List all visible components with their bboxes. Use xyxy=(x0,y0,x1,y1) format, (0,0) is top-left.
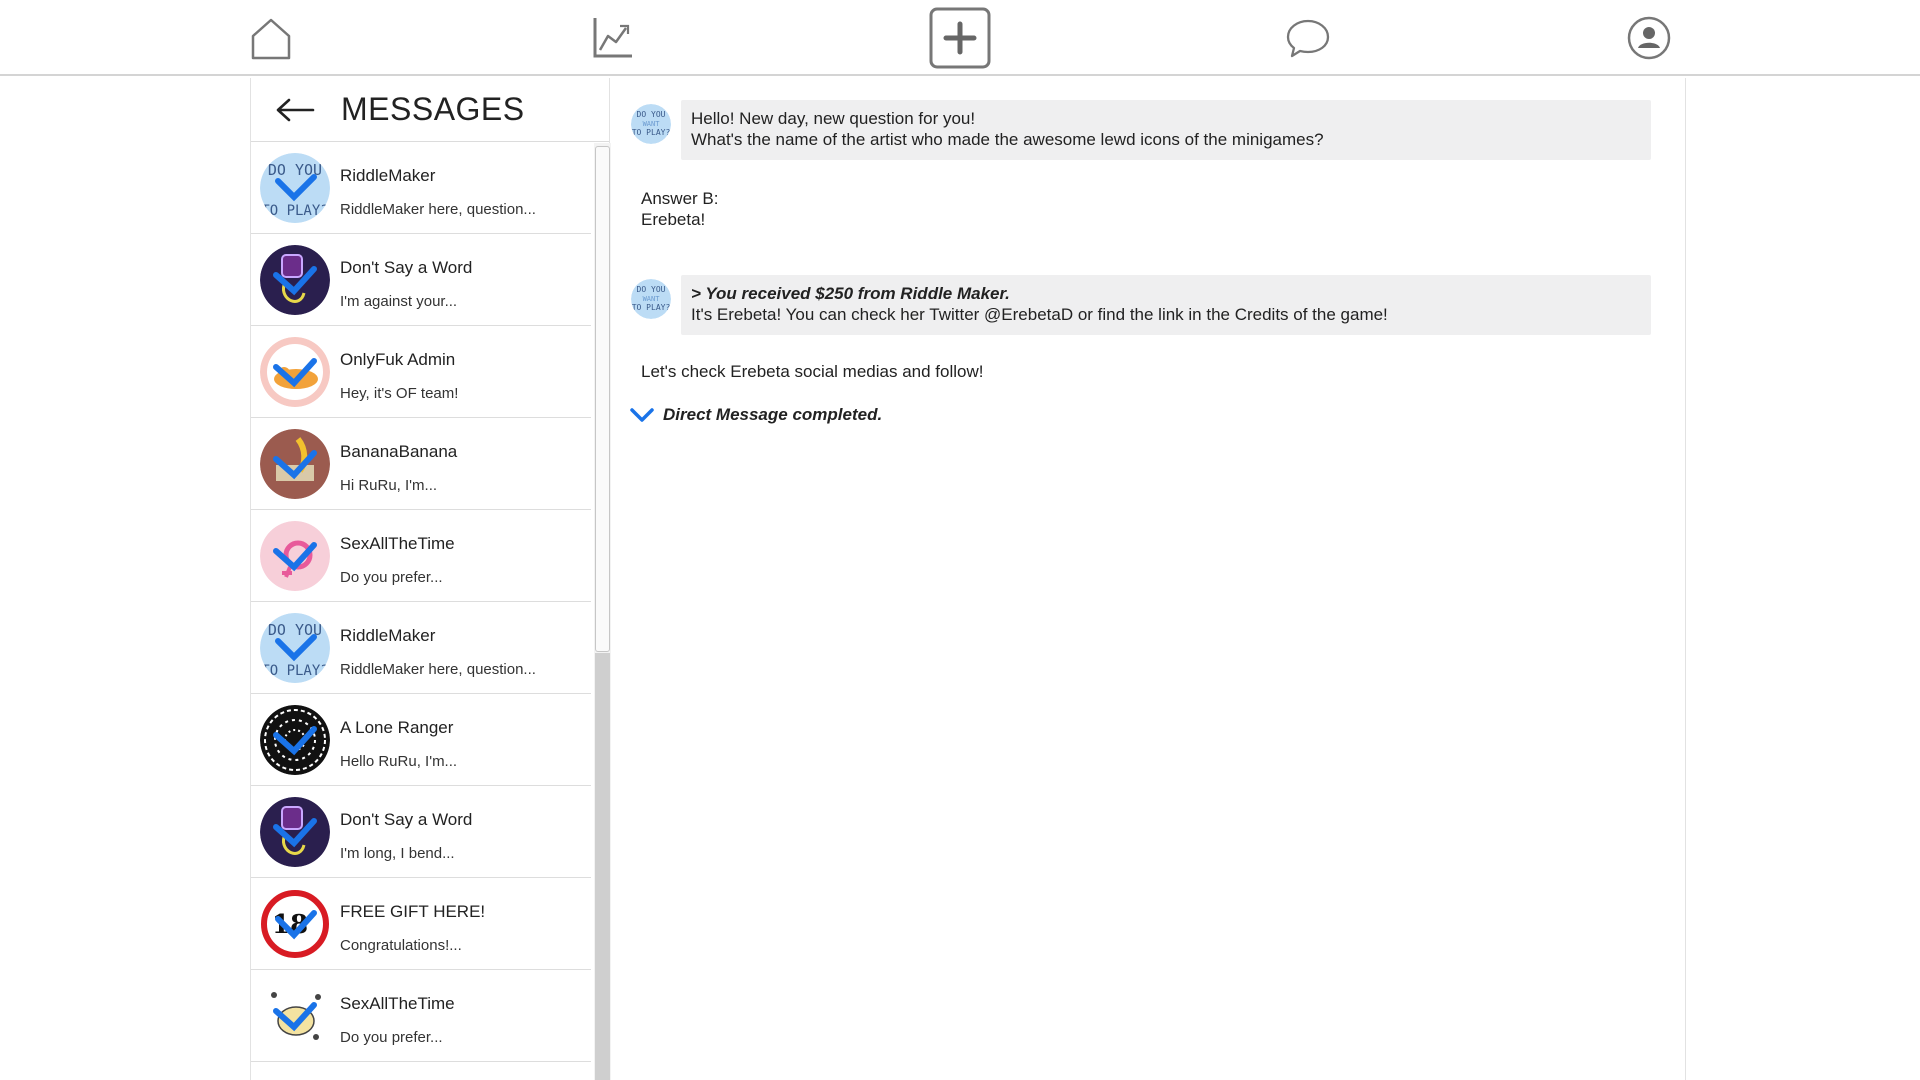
contact-item[interactable]: Don't Say a Word I'm long, I bend... xyxy=(251,786,591,878)
contact-name: Don't Say a Word xyxy=(340,810,473,829)
contact-name: SexAllTheTime xyxy=(340,534,455,553)
contact-item[interactable]: OnlyFuk Admin Hey, it's OF team! xyxy=(251,326,591,418)
add-icon[interactable] xyxy=(929,7,991,69)
message-bubble: > You received $250 from Riddle Maker. I… xyxy=(681,275,1651,335)
home-icon[interactable] xyxy=(243,10,299,66)
riddlemaker-avatar: DO YOU TO PLAY? xyxy=(260,153,330,223)
answer-text: Erebeta! xyxy=(641,210,706,229)
payment-notice: > You received $250 from Riddle Maker. xyxy=(691,284,1010,303)
svg-text:DO YOU: DO YOU xyxy=(637,285,666,294)
contact-preview: I'm long, I bend... xyxy=(340,845,455,862)
contact-name: BananaBanana xyxy=(340,442,458,461)
answer-label: Answer B: xyxy=(641,189,719,208)
contact-item[interactable]: SexAllTheTime Do you prefer... xyxy=(251,510,591,602)
contact-preview: Hey, it's OF team! xyxy=(340,385,459,402)
player-reply: Let's check Erebeta social medias and fo… xyxy=(641,362,984,381)
contact-list-scrollbar[interactable] xyxy=(594,143,611,1080)
svg-text:WANT: WANT xyxy=(643,295,661,303)
ranger-avatar xyxy=(260,705,330,775)
svg-text:TO PLAY?: TO PLAY? xyxy=(261,203,328,219)
incoming-message: DO YOU WANT TO PLAY? > You received $250 f… xyxy=(631,275,1661,335)
incoming-message: DO YOU WANT TO PLAY? Hello! New day, new q… xyxy=(631,100,1661,160)
completion-status: Direct Message completed. xyxy=(629,405,882,425)
svg-text:TO PLAY?: TO PLAY? xyxy=(632,303,671,312)
svg-text:TO PLAY?: TO PLAY? xyxy=(632,128,671,137)
message-bubble: Hello! New day, new question for you! Wh… xyxy=(681,100,1651,160)
onlyfuk-avatar xyxy=(260,337,330,407)
svg-text:WANT: WANT xyxy=(643,120,661,128)
contact-name: OnlyFuk Admin xyxy=(340,350,456,369)
check-icon xyxy=(629,406,655,424)
contact-preview: Do you prefer... xyxy=(340,569,443,586)
contact-item[interactable]: SexAllTheTime Do you prefer... xyxy=(251,970,591,1062)
contact-list: DO YOU TO PLAY? RiddleMaker RiddleMaker h… xyxy=(251,142,591,1080)
stats-icon[interactable] xyxy=(584,10,640,66)
contact-preview: RiddleMaker here, question... xyxy=(340,661,536,678)
contact-preview: Hi RuRu, I'm... xyxy=(340,477,438,494)
contact-item[interactable]: BananaBanana Hi RuRu, I'm... xyxy=(251,418,591,510)
svg-text:TO PLAY?: TO PLAY? xyxy=(261,663,328,679)
status-text: Direct Message completed. xyxy=(663,405,883,424)
neon-avatar xyxy=(260,797,330,867)
riddlemaker-avatar: DO YOU WANT TO PLAY? xyxy=(631,279,671,319)
contact-name: Don't Say a Word xyxy=(340,258,473,277)
chat-icon[interactable] xyxy=(1280,10,1336,66)
pink-avatar xyxy=(260,521,330,591)
contact-item[interactable]: A Lone Ranger Hello RuRu, I'm... xyxy=(251,694,591,786)
top-navigation-bar xyxy=(0,0,1920,76)
back-arrow-icon[interactable] xyxy=(275,90,319,130)
contact-item[interactable]: DO YOU TO PLAY? RiddleMaker RiddleMaker h… xyxy=(251,142,591,234)
contact-preview: I'm against your... xyxy=(340,293,458,310)
message-text: What's the name of the artist who made t… xyxy=(691,130,1324,149)
contact-item[interactable]: Don't Say a Word I'm against your... xyxy=(251,234,591,326)
profile-icon[interactable] xyxy=(1621,10,1677,66)
message-text: Hello! New day, new question for you! xyxy=(691,109,976,128)
contact-preview: Do you prefer... xyxy=(340,1029,443,1046)
contact-name: FREE GIFT HERE! xyxy=(340,902,486,921)
banana-avatar xyxy=(260,429,330,499)
player-answer: Answer B: Erebeta! xyxy=(641,188,718,230)
contact-item[interactable]: DO YOU TO PLAY? RiddleMaker RiddleMaker h… xyxy=(251,602,591,694)
contact-preview: Congratulations!... xyxy=(340,937,462,954)
contact-name: A Lone Ranger xyxy=(340,718,454,737)
riddlemaker-avatar: DO YOU WANT TO PLAY? xyxy=(631,104,671,144)
sketch-avatar xyxy=(260,981,330,1051)
riddlemaker-avatar: DO YOU TO PLAY? xyxy=(260,613,330,683)
scrollbar-thumb[interactable] xyxy=(595,146,610,652)
chat-panel: DO YOU WANT TO PLAY? Hello! New day, new q… xyxy=(611,78,1686,1080)
messages-sidebar: MESSAGES DO YOU TO PLAY? RiddleMaker Ridd… xyxy=(250,78,611,1080)
contact-name: SexAllTheTime xyxy=(340,994,455,1013)
sidebar-title: MESSAGES xyxy=(341,91,525,127)
svg-text:DO YOU: DO YOU xyxy=(637,110,666,119)
message-text: It's Erebeta! You can check her Twitter … xyxy=(691,305,1388,324)
gift-avatar: 18 xyxy=(260,889,330,959)
contact-name: RiddleMaker xyxy=(340,166,436,185)
contact-preview: Hello RuRu, I'm... xyxy=(340,753,458,770)
contact-name: RiddleMaker xyxy=(340,626,436,645)
contact-preview: RiddleMaker here, question... xyxy=(340,201,536,218)
sidebar-header: MESSAGES xyxy=(251,78,609,142)
scrollbar-track[interactable] xyxy=(595,653,610,1080)
neon-avatar xyxy=(260,245,330,315)
contact-item[interactable]: 18 FREE GIFT HERE! Congratulations!... xyxy=(251,878,591,970)
